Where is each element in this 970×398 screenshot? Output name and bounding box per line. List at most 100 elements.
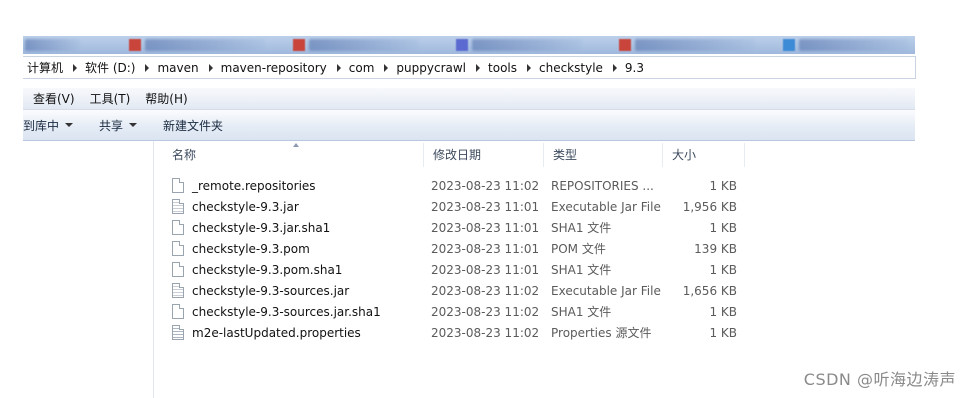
file-name: checkstyle-9.3-sources.jar: [192, 283, 350, 298]
blank-file-icon: [172, 178, 184, 193]
file-size: 1,956 KB: [682, 199, 737, 214]
file-size: 1 KB: [709, 304, 737, 319]
chevron-right-icon[interactable]: [384, 63, 389, 72]
taskbar-item: [472, 39, 582, 51]
column-header-type[interactable]: 类型: [544, 143, 663, 167]
file-size: 1 KB: [709, 325, 737, 340]
address-bar[interactable]: 计算机 软件 (D:) maven maven-repository com p…: [23, 56, 916, 79]
file-modified: 2023-08-23 11:02: [431, 178, 540, 193]
chevron-right-icon[interactable]: [145, 63, 150, 72]
pane-splitter[interactable]: [153, 141, 154, 398]
blank-file-icon: [172, 262, 184, 277]
file-type: Executable Jar File: [551, 199, 661, 214]
taskbar-item: [25, 39, 80, 51]
file-modified: 2023-08-23 11:02: [431, 325, 540, 340]
taskbar-item: [145, 39, 265, 51]
file-name: checkstyle-9.3.jar.sha1: [192, 220, 331, 235]
taskbar-item: [635, 39, 755, 51]
chevron-right-icon[interactable]: [612, 63, 617, 72]
file-row[interactable]: checkstyle-9.3.pom.sha1 2023-08-23 11:01…: [172, 259, 737, 280]
include-in-library-label: 到库中: [23, 118, 60, 133]
file-size: 1 KB: [709, 220, 737, 235]
breadcrumb-label: com: [348, 60, 375, 75]
file-type: POM 文件: [551, 242, 606, 256]
file-modified: 2023-08-23 11:01: [431, 241, 540, 256]
menu-tools[interactable]: 工具(T): [85, 90, 136, 107]
file-modified: 2023-08-23 11:01: [431, 199, 540, 214]
file-size: 1 KB: [709, 262, 737, 277]
taskbar-app-icon: [783, 39, 795, 51]
breadcrumb-computer[interactable]: 计算机: [23, 57, 81, 78]
taskbar-item: [799, 39, 909, 51]
file-name: checkstyle-9.3.jar: [192, 199, 299, 214]
share-button[interactable]: 共享: [99, 117, 138, 134]
chevron-right-icon[interactable]: [73, 63, 78, 72]
column-header-modified[interactable]: 修改日期: [424, 143, 544, 167]
navigation-pane[interactable]: [23, 141, 153, 398]
chevron-right-icon[interactable]: [476, 63, 481, 72]
command-toolbar: 到库中 共享 新建文件夹: [23, 110, 915, 141]
menu-view[interactable]: 查看(V): [28, 90, 80, 107]
breadcrumb-checkstyle[interactable]: checkstyle: [535, 57, 621, 78]
chevron-right-icon[interactable]: [527, 63, 531, 72]
file-type: Executable Jar File: [551, 283, 661, 298]
column-header-row: 名称 修改日期 类型 大小: [163, 143, 745, 167]
dropdown-arrow-icon: [129, 123, 138, 127]
file-name: checkstyle-9.3-sources.jar.sha1: [192, 304, 381, 319]
breadcrumb-maven[interactable]: maven: [153, 57, 216, 78]
breadcrumb-label: checkstyle: [539, 60, 603, 75]
breadcrumb-maven-repository[interactable]: maven-repository: [217, 57, 345, 78]
file-row[interactable]: checkstyle-9.3.pom 2023-08-23 11:01 POM …: [172, 238, 737, 259]
file-type: SHA1 文件: [551, 305, 612, 319]
breadcrumb-tools[interactable]: tools: [484, 57, 535, 78]
jar-file-icon: [172, 199, 184, 214]
column-header-name[interactable]: 名称: [163, 143, 424, 167]
breadcrumb-9-3[interactable]: 9.3: [621, 57, 650, 78]
sort-ascending-icon: [293, 143, 299, 147]
column-header-label: 类型: [553, 148, 578, 162]
file-list: _remote.repositories 2023-08-23 11:02 RE…: [172, 175, 737, 343]
taskbar-strip: [23, 36, 915, 54]
column-header-label: 名称: [172, 148, 197, 162]
file-name: checkstyle-9.3.pom.sha1: [192, 262, 343, 277]
column-header-label: 大小: [672, 148, 697, 162]
file-modified: 2023-08-23 11:01: [431, 262, 540, 277]
file-name: _remote.repositories: [192, 178, 316, 193]
breadcrumb-label: 软件 (D:): [85, 61, 136, 75]
file-modified: 2023-08-23 11:01: [431, 220, 540, 235]
file-type: SHA1 文件: [551, 221, 612, 235]
file-type: Properties 源文件: [551, 326, 652, 340]
taskbar-app-icon: [293, 39, 305, 51]
file-row[interactable]: _remote.repositories 2023-08-23 11:02 RE…: [172, 175, 737, 196]
file-row[interactable]: checkstyle-9.3.jar.sha1 2023-08-23 11:01…: [172, 217, 737, 238]
file-row[interactable]: checkstyle-9.3-sources.jar 2023-08-23 11…: [172, 280, 737, 301]
breadcrumb-drive-d[interactable]: 软件 (D:): [81, 57, 153, 78]
taskbar-app-icon: [129, 39, 141, 51]
breadcrumb-com[interactable]: com: [345, 57, 393, 78]
chevron-right-icon[interactable]: [336, 63, 341, 72]
breadcrumb-label: puppycrawl: [396, 60, 467, 75]
blank-file-icon: [172, 220, 184, 235]
properties-file-icon: [172, 325, 184, 340]
menu-help[interactable]: 帮助(H): [140, 90, 192, 107]
breadcrumb-label: 计算机: [27, 61, 64, 75]
breadcrumb-label: tools: [488, 60, 517, 75]
new-folder-button[interactable]: 新建文件夹: [163, 117, 223, 134]
breadcrumb-label: maven: [157, 60, 199, 75]
file-row[interactable]: checkstyle-9.3.jar 2023-08-23 11:01 Exec…: [172, 196, 737, 217]
file-modified: 2023-08-23 11:02: [431, 304, 540, 319]
include-in-library-button[interactable]: 到库中: [23, 117, 74, 134]
file-type: SHA1 文件: [551, 263, 612, 277]
file-name: m2e-lastUpdated.properties: [192, 325, 361, 340]
file-modified: 2023-08-23 11:02: [431, 283, 540, 298]
breadcrumb-label: 9.3: [624, 60, 645, 75]
file-row[interactable]: m2e-lastUpdated.properties 2023-08-23 11…: [172, 322, 737, 343]
breadcrumb-puppycrawl[interactable]: puppycrawl: [392, 57, 484, 78]
column-header-size[interactable]: 大小: [663, 143, 745, 167]
chevron-right-icon[interactable]: [208, 63, 213, 72]
file-row[interactable]: checkstyle-9.3-sources.jar.sha1 2023-08-…: [172, 301, 737, 322]
share-label: 共享: [99, 118, 124, 133]
blank-file-icon: [172, 304, 184, 319]
taskbar-app-icon: [619, 39, 631, 51]
menu-bar: 查看(V) 工具(T) 帮助(H): [23, 88, 915, 110]
